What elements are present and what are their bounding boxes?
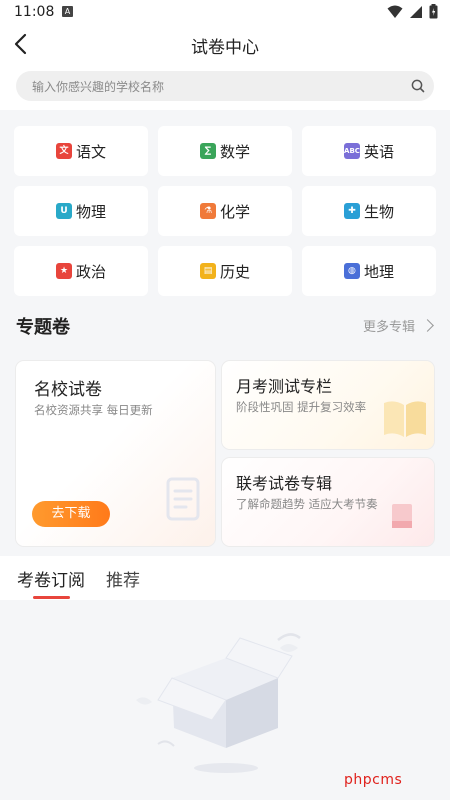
notebook-icon	[392, 504, 412, 528]
subject-label: 化学	[219, 202, 250, 221]
subject-chemistry[interactable]: ⚗ 化学	[158, 186, 292, 236]
subject-history[interactable]: ▤ 历史	[158, 246, 292, 296]
scroll-icon	[166, 477, 200, 521]
subject-chinese[interactable]: 文 语文	[14, 126, 148, 176]
monthly-exam-card[interactable]: 月考测试专栏 阶段性巩固 提升复习效率	[222, 361, 434, 449]
physics-icon: U	[55, 203, 72, 219]
active-tab-indicator	[33, 596, 70, 599]
geography-icon: ◍	[343, 263, 360, 279]
status-time: 11:08	[14, 4, 55, 20]
card-subtitle: 了解命题趋势 适应大考节奏	[236, 497, 378, 511]
watermark: phpcms	[344, 772, 403, 788]
card-title: 联考试卷专辑	[236, 474, 333, 493]
more-label: 更多专辑	[362, 320, 415, 335]
system-icons	[387, 4, 438, 19]
status-bar: 11:08 A	[0, 0, 450, 24]
subject-biology[interactable]: ✚ 生物	[302, 186, 436, 236]
chemistry-icon: ⚗	[199, 203, 216, 219]
subject-label: 语文	[75, 142, 106, 161]
search-section: 输入你感兴趣的学校名称	[0, 64, 450, 110]
subject-label: 地理	[363, 262, 394, 281]
empty-state	[0, 600, 450, 800]
more-albums-link[interactable]: 更多专辑	[362, 316, 434, 335]
tab-recommend[interactable]: 推荐	[106, 566, 140, 591]
page-title: 试卷中心	[191, 38, 259, 58]
chinese-icon: 文	[55, 143, 72, 159]
subject-math[interactable]: ∑ 数学	[158, 126, 292, 176]
tab-bar: 考卷订阅 推荐	[0, 556, 450, 600]
header-bar: 试卷中心	[0, 24, 450, 64]
subject-label: 历史	[219, 262, 250, 281]
section-title: 专题卷	[16, 317, 70, 338]
famous-school-card[interactable]: 名校试卷 名校资源共享 每日更新 去下载	[16, 361, 215, 546]
history-icon: ▤	[199, 263, 216, 279]
tab-subscription[interactable]: 考卷订阅	[17, 566, 85, 591]
subject-geography[interactable]: ◍ 地理	[302, 246, 436, 296]
search-placeholder: 输入你感兴趣的学校名称	[32, 80, 165, 94]
subject-label: 物理	[75, 202, 106, 221]
card-title: 月考测试专栏	[236, 377, 333, 396]
subject-politics[interactable]: ★ 政治	[14, 246, 148, 296]
subject-english[interactable]: ABC 英语	[302, 126, 436, 176]
politics-icon: ★	[55, 263, 72, 279]
battery-icon	[429, 4, 438, 19]
chevron-right-icon	[421, 319, 434, 332]
sim-icon: A	[62, 6, 73, 17]
english-icon: ABC	[343, 143, 360, 159]
joint-exam-card[interactable]: 联考试卷专辑 了解命题趋势 适应大考节奏	[222, 458, 434, 546]
book-icon	[384, 401, 426, 437]
subject-physics[interactable]: U 物理	[14, 186, 148, 236]
math-icon: ∑	[199, 143, 216, 159]
signal-icon	[410, 5, 422, 18]
card-subtitle: 名校资源共享 每日更新	[34, 403, 153, 417]
subject-label: 政治	[75, 262, 106, 281]
search-icon[interactable]	[410, 78, 426, 94]
subject-label: 生物	[363, 202, 394, 221]
school-search-input[interactable]: 输入你感兴趣的学校名称	[16, 71, 434, 101]
wifi-icon	[387, 5, 403, 18]
subject-label: 数学	[219, 142, 250, 161]
card-title: 名校试卷	[34, 380, 102, 400]
card-subtitle: 阶段性巩固 提升复习效率	[236, 400, 367, 414]
empty-box-illustration	[136, 633, 301, 773]
download-button[interactable]: 去下载	[32, 501, 110, 527]
biology-icon: ✚	[343, 203, 360, 219]
subject-label: 英语	[363, 142, 394, 161]
